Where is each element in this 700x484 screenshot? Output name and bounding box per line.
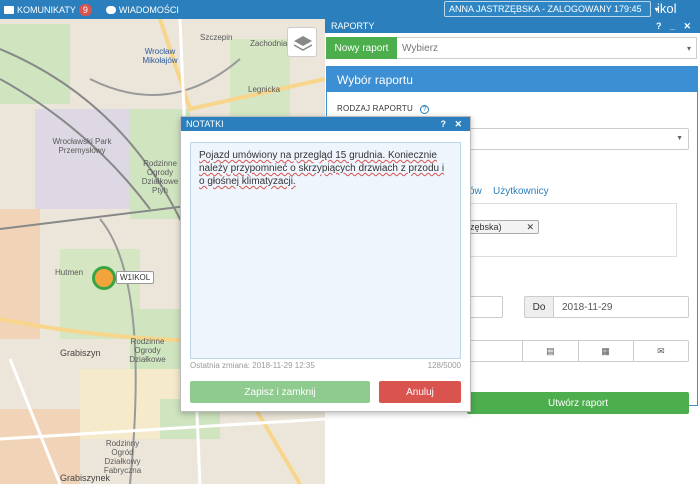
messages-count-badge: 9 xyxy=(78,3,92,16)
report-select-value: Wybierz xyxy=(402,42,439,54)
messages-label: KOMUNIKATY xyxy=(17,4,76,15)
user-tag-label: rzębska) xyxy=(467,222,502,232)
chevron-down-icon: ▾ xyxy=(686,43,691,53)
user-status-text: ANNA JASTRZĘBSKA - ZALOGOWANY 179:45 xyxy=(449,4,642,14)
map-label-ogrody: Rodzinne Ogrody Działkowe Ptyh xyxy=(141,159,179,195)
create-report-button[interactable]: Utwórz raport xyxy=(467,392,689,414)
date-from-input[interactable] xyxy=(467,296,503,318)
chevron-down-icon: ▼ xyxy=(676,135,683,142)
layers-icon xyxy=(293,36,313,51)
date-to-label: Do xyxy=(524,296,554,318)
notes-header: NOTATKI ? ✕ xyxy=(181,117,470,131)
card-title: Wybór raportu xyxy=(327,67,697,92)
panel-controls[interactable]: ? _ ✕ xyxy=(656,21,694,32)
format-buttons: ▤ ▦ ✉ xyxy=(467,340,689,362)
report-toolbar: Nowy raport Wybierz ▾ xyxy=(326,37,697,59)
top-bar: KOMUNIKATY 9 WIADOMOŚCI ANNA JASTRZĘBSKA… xyxy=(0,0,700,19)
logo-text: ikol xyxy=(657,1,677,16)
remove-tag-icon[interactable]: ✕ xyxy=(526,221,534,234)
notes-textarea[interactable]: Pojazd umówiony na przegląd 15 grudnia. … xyxy=(190,142,461,359)
cancel-button[interactable]: Anuluj xyxy=(379,381,461,403)
vehicle-tag[interactable]: W1IKOL xyxy=(116,271,155,284)
reports-panel-header: RAPORTY ? _ ✕ xyxy=(325,19,700,33)
news-menu[interactable]: WIADOMOŚCI xyxy=(102,0,183,19)
new-report-button[interactable]: Nowy raport xyxy=(326,37,397,59)
map-label-mikolajow: Wrocław Mikołajów xyxy=(142,47,178,65)
layers-button[interactable] xyxy=(287,27,317,57)
map-label-grabiszynek: Grabiszynek xyxy=(60,473,111,483)
envelope-icon xyxy=(4,5,14,14)
news-label: WIADOMOŚCI xyxy=(118,4,179,15)
map-label-szczepin: Szczepin xyxy=(200,33,233,42)
notes-text: Pojazd umówiony na przegląd 15 grudnia. … xyxy=(199,150,445,187)
messages-menu[interactable]: KOMUNIKATY 9 xyxy=(0,0,96,19)
map-label-ogrody3: Rodzinny Ogród Działkowy Fabryczna xyxy=(103,439,142,475)
help-icon[interactable]: ? xyxy=(420,105,430,114)
notes-title: NOTATKI xyxy=(186,119,224,129)
save-close-button[interactable]: Zapisz i zamknij xyxy=(190,381,370,403)
map-label-hutmen: Hutmen xyxy=(55,268,84,277)
report-type-label: RODZAJ RAPORTU xyxy=(337,104,413,113)
mail-icon[interactable]: ✉ xyxy=(632,341,688,361)
map-label-zachodnia: Zachodnia xyxy=(250,39,288,48)
notes-controls[interactable]: ? ✕ xyxy=(440,119,465,130)
format-button-blank[interactable] xyxy=(468,341,522,361)
app-logo: ikol xyxy=(657,1,677,16)
pdf-icon[interactable]: ▤ xyxy=(522,341,577,361)
chat-icon xyxy=(105,5,116,14)
map-label-legnicka: Legnicka xyxy=(248,85,281,94)
vehicle-marker[interactable] xyxy=(92,266,116,290)
char-count: 128/5000 xyxy=(427,361,461,370)
user-status-box[interactable]: ANNA JASTRZĘBSKA - ZALOGOWANY 179:45 ▾ xyxy=(444,1,659,17)
tab-users[interactable]: Użytkownicy xyxy=(493,186,549,197)
report-select[interactable]: Wybierz ▾ xyxy=(397,37,697,59)
xls-icon[interactable]: ▦ xyxy=(577,341,633,361)
date-to-input[interactable]: 2018-11-29 xyxy=(553,296,689,318)
notes-meta: Ostatnia zmiana: 2018-11-29 12:35 128/50… xyxy=(190,361,461,370)
map-label-ogrody2: Rodzinne Ogrody Działkowe xyxy=(129,337,166,364)
panel-title: RAPORTY xyxy=(331,21,375,31)
last-change-text: Ostatnia zmiana: 2018-11-29 12:35 xyxy=(190,361,315,370)
map-label-park: Wrocławski Park Przemysłowy xyxy=(52,137,112,155)
notes-modal: NOTATKI ? ✕ Pojazd umówiony na przegląd … xyxy=(180,116,471,412)
map-label-grabiszyn: Grabiszyn xyxy=(60,348,101,358)
